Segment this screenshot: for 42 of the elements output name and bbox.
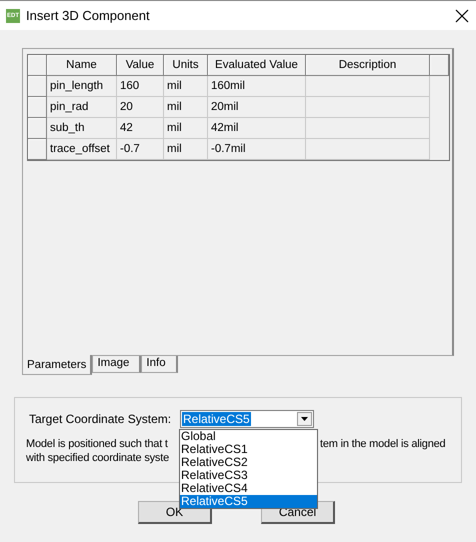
row-header[interactable] xyxy=(28,97,47,118)
table-cell[interactable] xyxy=(306,97,430,118)
table-cell[interactable]: mil xyxy=(164,139,208,160)
description-text: Model is positioned such that t xyxy=(26,438,168,451)
column-header xyxy=(430,55,449,76)
table-cell[interactable]: 20mil xyxy=(208,97,306,118)
row-header[interactable] xyxy=(28,139,47,160)
column-header[interactable]: Name xyxy=(47,55,117,76)
table-cell[interactable]: 20 xyxy=(117,97,164,118)
column-header[interactable]: Units xyxy=(164,55,208,76)
window-title: Insert 3D Component xyxy=(26,8,151,23)
corner-header xyxy=(28,55,47,76)
column-header[interactable]: Value xyxy=(117,55,164,76)
table-cell[interactable]: -0.7mil xyxy=(208,139,306,160)
table-cell[interactable]: mil xyxy=(164,97,208,118)
tab[interactable]: Parameters xyxy=(22,355,92,375)
description-text: with specified coordinate syste xyxy=(26,452,169,465)
row-header[interactable] xyxy=(28,118,47,139)
table-cell[interactable]: 42 xyxy=(117,118,164,139)
description-text: tem in the model is aligned xyxy=(320,438,446,451)
coordinate-system-dropdown[interactable]: RelativeCS5 xyxy=(180,410,314,428)
dropdown-option[interactable]: RelativeCS5 xyxy=(180,495,317,508)
field-label: Target Coordinate System: xyxy=(29,412,172,426)
tab[interactable]: Info xyxy=(141,356,178,373)
table-cell[interactable]: trace_offset xyxy=(47,139,117,160)
column-header[interactable]: Description xyxy=(306,55,430,76)
table-cell[interactable]: 160mil xyxy=(208,76,306,97)
close-icon[interactable] xyxy=(454,8,470,24)
table-cell[interactable]: 42mil xyxy=(208,118,306,139)
table-cell[interactable]: sub_th xyxy=(47,118,117,139)
table-cell[interactable]: mil xyxy=(164,76,208,97)
table-cell[interactable]: pin_rad xyxy=(47,97,117,118)
table-cell[interactable]: pin_length xyxy=(47,76,117,97)
tab[interactable]: Image xyxy=(92,356,142,373)
row-header[interactable] xyxy=(28,76,47,97)
column-header[interactable]: Evaluated Value xyxy=(208,55,306,76)
table-cell[interactable]: -0.7 xyxy=(117,139,164,160)
table-cell[interactable] xyxy=(306,76,430,97)
table-cell[interactable]: mil xyxy=(164,118,208,139)
table-cell[interactable]: 160 xyxy=(117,76,164,97)
table-cell[interactable] xyxy=(306,139,430,160)
table-cell[interactable] xyxy=(306,118,430,139)
